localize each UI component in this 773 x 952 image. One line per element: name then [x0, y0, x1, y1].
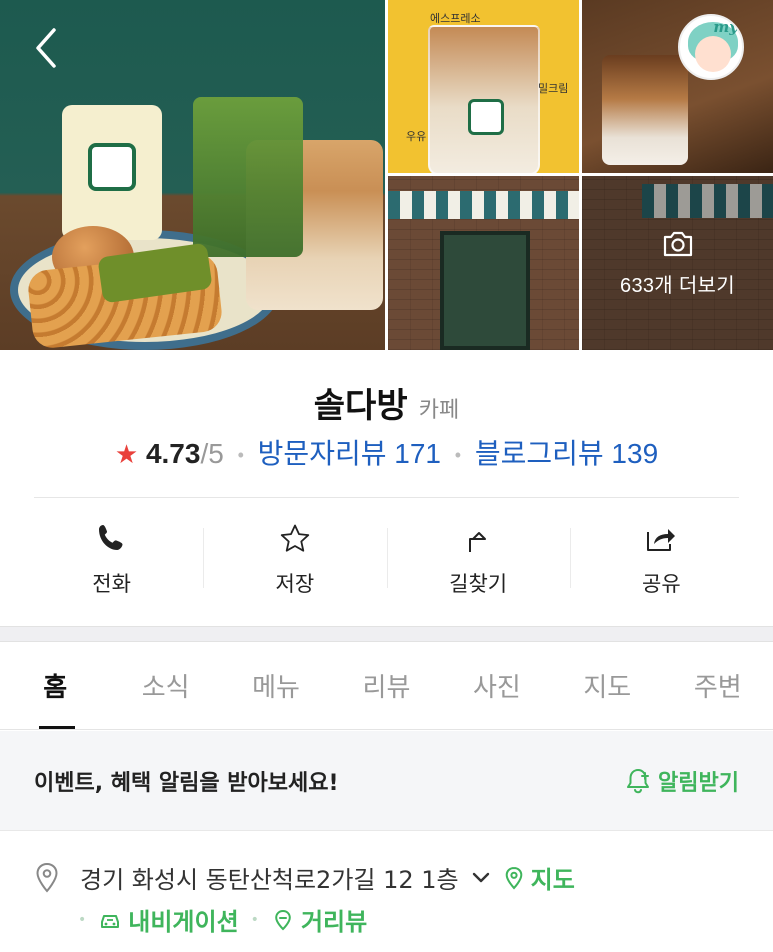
directions-icon [469, 532, 487, 552]
chevron-down-icon[interactable] [469, 866, 493, 890]
save-label: 저장 [275, 572, 315, 596]
location-pin-icon [36, 862, 58, 893]
camera-icon [663, 231, 692, 256]
rating-max: /5 [200, 438, 224, 469]
back-button[interactable] [28, 24, 68, 72]
matcha-glass-image [193, 97, 303, 257]
tab-menu[interactable]: 메뉴 [221, 642, 331, 729]
poster-cup-image [428, 25, 540, 173]
action-bar: 전화 저장 길찾기 공유 [20, 510, 753, 610]
street-view-icon [275, 909, 291, 930]
star-icon [280, 524, 310, 552]
chevron-left-icon [36, 28, 56, 68]
my-avatar[interactable]: my [678, 14, 744, 80]
more-photos-label: 633개 더보기 [620, 274, 735, 297]
photo-storefront[interactable] [388, 176, 579, 350]
share-label: 공유 [642, 572, 681, 596]
tab-bar: 홈 소식 메뉴 리뷰 사진 지도 주변 [0, 642, 773, 730]
navigation-link[interactable]: 내비게이션 [98, 902, 239, 937]
phone-icon [98, 525, 123, 550]
directions-button[interactable]: 길찾기 [386, 510, 570, 610]
map-link-label: 지도 [530, 866, 575, 894]
separator-dot: • [250, 911, 259, 928]
notification-text: 이벤트, 혜택 알림을 받아보세요! [34, 770, 339, 796]
bell-plus-icon [627, 768, 650, 793]
save-button[interactable]: 저장 [203, 510, 386, 610]
poster-logo [468, 99, 504, 135]
door-image [440, 231, 530, 350]
address-row: 경기 화성시 동탄산척로2가길 12 1층 지도 [34, 860, 575, 895]
visitor-reviews-link[interactable]: 방문자리뷰 171 [258, 438, 441, 469]
subscribe-alerts-label: 알림받기 [658, 770, 739, 796]
address-text: 경기 화성시 동탄산척로2가길 12 1층 [80, 866, 459, 894]
call-button[interactable]: 전화 [20, 510, 203, 610]
cup-logo [88, 143, 136, 191]
tab-home[interactable]: 홈 [0, 642, 110, 729]
car-icon [101, 914, 120, 928]
photo-glass[interactable]: my [582, 0, 773, 173]
address-links-row: • 내비게이션 • 거리뷰 [78, 902, 367, 937]
tab-reviews[interactable]: 리뷰 [331, 642, 441, 729]
separator-dot: • [454, 445, 462, 466]
poster-text-milk: 우유 [406, 130, 427, 143]
tab-photos[interactable]: 사진 [442, 642, 552, 729]
share-icon [647, 529, 676, 551]
more-photos-button[interactable]: 633개 더보기 [582, 176, 773, 350]
poster-text-cream: 밀크림 [538, 82, 569, 95]
navigation-link-label: 내비게이션 [128, 908, 239, 936]
rating-row: ★ 4.73/5 • 방문자리뷰 171 • 블로그리뷰 139 [0, 432, 773, 472]
place-name: 솔다방 [313, 386, 408, 426]
directions-label: 길찾기 [449, 572, 508, 596]
section-gap [0, 626, 773, 642]
poster-text-espresso: 에스프레소 [430, 12, 481, 25]
glass-image [602, 55, 688, 165]
tab-news[interactable]: 소식 [110, 642, 220, 729]
cream-cup-image [62, 105, 162, 240]
share-button[interactable]: 공유 [569, 510, 753, 610]
street-view-link-label: 거리뷰 [300, 908, 368, 936]
street-view-link[interactable]: 거리뷰 [271, 902, 367, 937]
photo-poster[interactable]: 에스프레소 밀크림 우유 [388, 0, 579, 173]
divider [34, 497, 739, 498]
awning-image [388, 191, 579, 219]
map-link[interactable]: 지도 [503, 860, 575, 895]
call-label: 전화 [92, 572, 131, 596]
star-rating-icon: ★ [114, 439, 139, 469]
tab-nearby[interactable]: 주변 [663, 642, 773, 729]
my-badge: my [713, 18, 738, 36]
notification-banner: 이벤트, 혜택 알림을 받아보세요! 알림받기 [0, 731, 773, 831]
subscribe-alerts-button[interactable]: 알림받기 [624, 765, 739, 797]
map-pin-icon [505, 866, 522, 889]
separator-dot: • [78, 911, 87, 928]
photo-gallery: 에스프레소 밀크림 우유 my 633개 더보기 [0, 0, 773, 350]
rating-score: 4.73 [145, 438, 201, 469]
place-category: 카페 [418, 398, 460, 423]
tab-map[interactable]: 지도 [552, 642, 662, 729]
separator-dot: • [237, 445, 244, 466]
place-title-row: 솔다방 카페 [0, 378, 773, 427]
blog-reviews-link[interactable]: 블로그리뷰 139 [475, 438, 658, 469]
